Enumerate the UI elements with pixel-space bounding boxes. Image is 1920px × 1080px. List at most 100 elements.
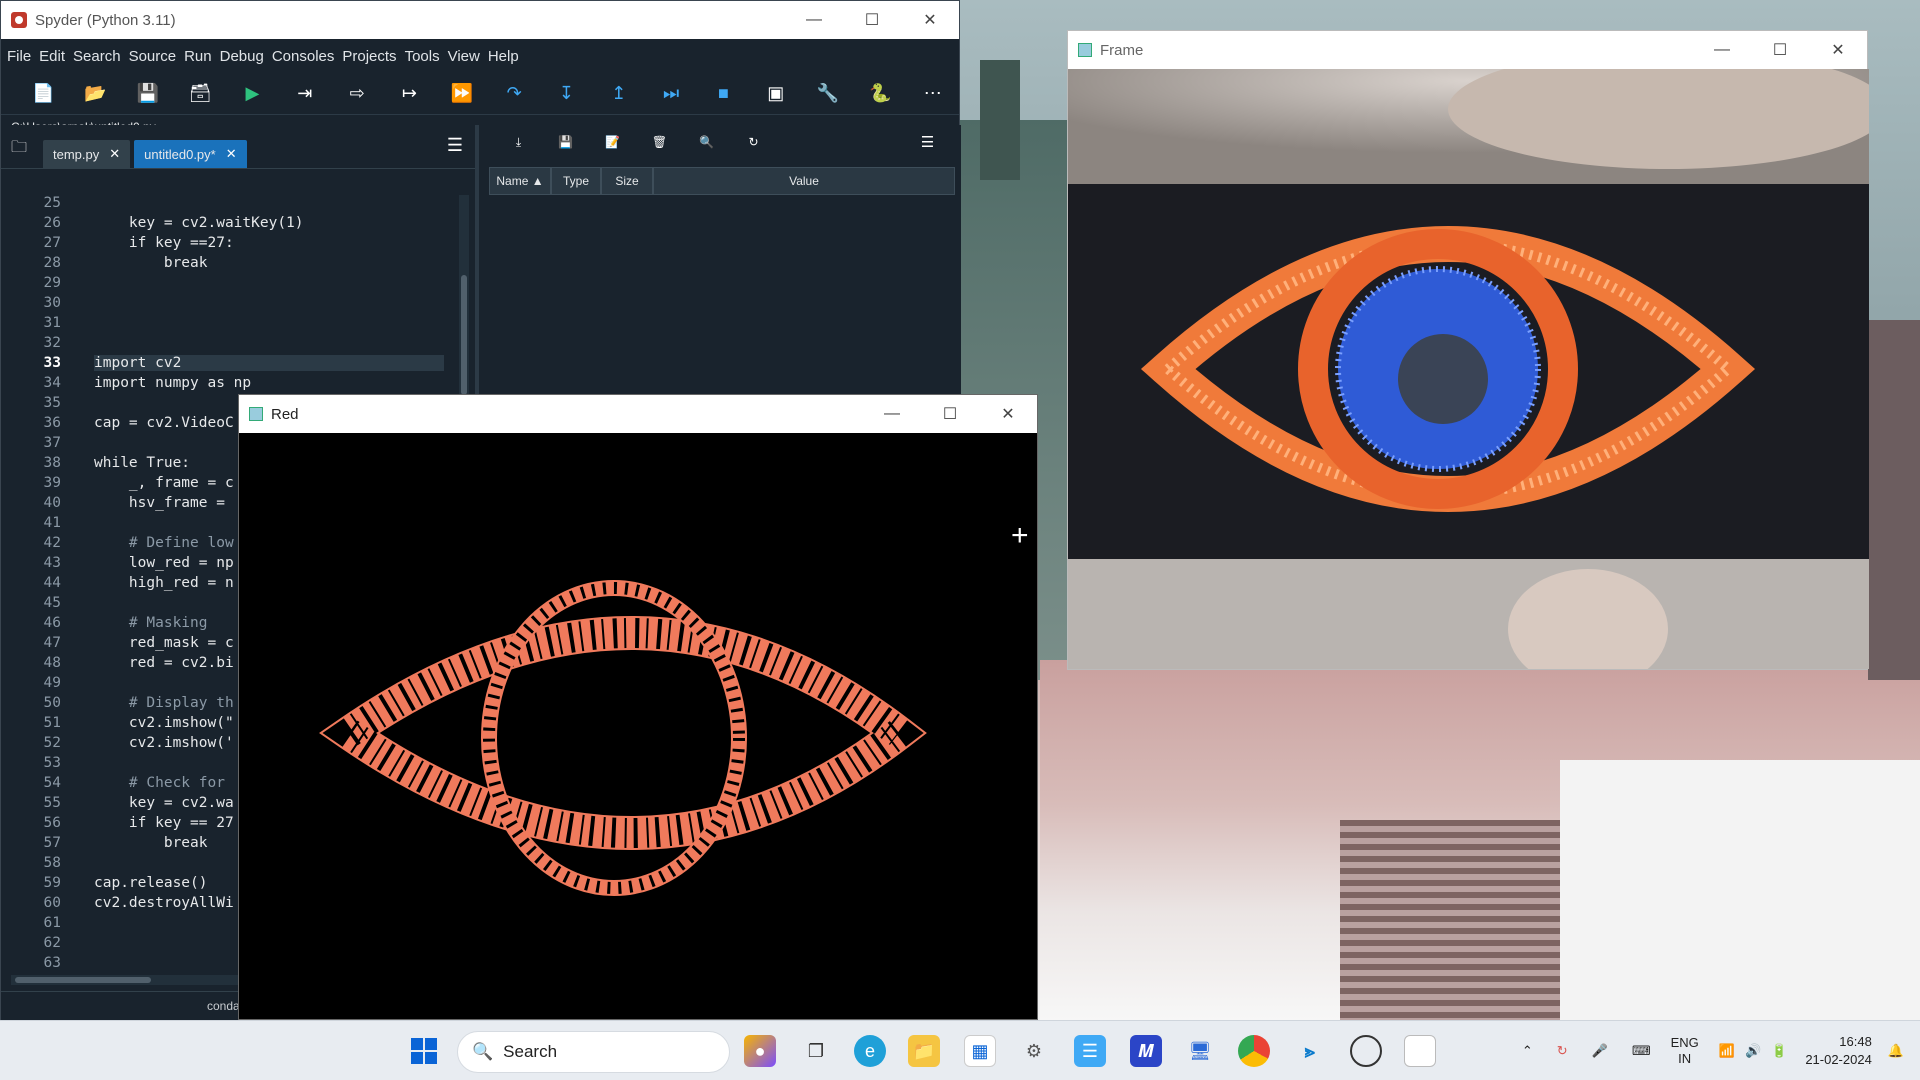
file-explorer-icon[interactable]: 📁 — [908, 1035, 940, 1067]
refresh-icon[interactable]: ↻ — [730, 135, 777, 149]
run-cell-icon[interactable]: ⇥ — [279, 83, 331, 104]
tab-untitled0-py[interactable]: untitled0.py* ✕ — [134, 140, 247, 168]
minimize-icon[interactable]: — — [1693, 31, 1751, 69]
run-cell-advance-icon[interactable]: ⇨ — [331, 83, 383, 104]
opencv-window-icon — [249, 407, 263, 421]
close-icon[interactable]: ✕ — [901, 1, 959, 39]
line-number: 35 — [43, 395, 61, 411]
copilot-icon[interactable]: ● — [744, 1035, 776, 1067]
menu-source[interactable]: Source — [129, 48, 177, 65]
settings-gear-icon[interactable]: ⚙ — [1018, 1035, 1050, 1067]
menu-view[interactable]: View — [448, 48, 480, 65]
show-hidden-icons-chevron-icon[interactable]: ⌃ — [1522, 1043, 1533, 1059]
tab-temp-py[interactable]: temp.py ✕ — [43, 140, 131, 168]
app-icon-blue-m[interactable]: 𝑴 — [1130, 1035, 1162, 1067]
taskbar-search-box[interactable]: 🔍 Search — [457, 1031, 730, 1073]
run-icon[interactable]: ▶ — [226, 83, 278, 104]
browse-tabs-icon[interactable]: 🗀 — [11, 136, 27, 163]
save-data-as-icon[interactable]: 📝 — [589, 135, 636, 149]
menu-debug[interactable]: Debug — [220, 48, 264, 65]
menu-search[interactable]: Search — [73, 48, 121, 65]
close-tab-icon[interactable]: ✕ — [226, 146, 237, 162]
line-number: 39 — [43, 475, 61, 491]
step-into-icon[interactable]: ↧ — [540, 83, 592, 104]
preferences-wrench-icon[interactable]: 🔧 — [802, 83, 854, 104]
variable-explorer-toolbar: ⤓ 💾 📝 🗑 🔍 ↻ ☰ — [485, 125, 961, 159]
maximize-icon[interactable]: ☐ — [843, 1, 901, 39]
code-line: while True: — [94, 455, 191, 471]
menu-projects[interactable]: Projects — [342, 48, 396, 65]
close-tab-icon[interactable]: ✕ — [109, 146, 120, 162]
line-number: 63 — [43, 955, 61, 971]
minimize-icon[interactable]: — — [785, 1, 843, 39]
step-over-icon[interactable]: ↷ — [488, 83, 540, 104]
maximize-icon[interactable]: ☐ — [921, 395, 979, 433]
search-variables-icon[interactable]: 🔍 — [683, 135, 730, 149]
save-data-icon[interactable]: 💾 — [542, 135, 589, 149]
red-window: Red — ☐ ✕ + — [238, 394, 1038, 1020]
step-out-icon[interactable]: ↥ — [593, 83, 645, 104]
maximize-icon[interactable]: ☐ — [1751, 31, 1809, 69]
tab-label: untitled0.py* — [144, 146, 216, 162]
vscode-icon[interactable]: ⪢ — [1294, 1035, 1326, 1067]
save-all-icon[interactable]: 🗃 — [174, 83, 226, 104]
crosshair-cursor-icon: + — [1011, 519, 1029, 552]
remote-desktop-icon[interactable]: 🖥 — [1184, 1035, 1216, 1067]
notepad-icon[interactable]: ☰ — [1074, 1035, 1106, 1067]
task-view-icon[interactable]: ❐ — [800, 1035, 832, 1067]
menu-run[interactable]: Run — [184, 48, 212, 65]
menu-tools[interactable]: Tools — [405, 48, 440, 65]
menu-help[interactable]: Help — [488, 48, 519, 65]
save-icon[interactable]: 💾 — [122, 83, 174, 104]
clock[interactable]: 16:48 21-02-2024 — [1805, 1033, 1872, 1069]
column-size[interactable]: Size — [601, 167, 653, 195]
active-window-icon[interactable] — [1404, 1035, 1436, 1067]
chrome-icon[interactable] — [1238, 1035, 1270, 1067]
variable-options-menu-icon[interactable]: ☰ — [904, 133, 951, 151]
remove-all-icon[interactable]: 🗑 — [636, 135, 683, 149]
opencv-app-icon[interactable] — [1350, 1035, 1382, 1067]
editor-scrollbar-horizontal[interactable] — [11, 975, 241, 985]
microphone-icon[interactable]: 🎤 — [1592, 1043, 1608, 1059]
edge-browser-icon[interactable]: e — [854, 1035, 886, 1067]
code-line: cv2.imshow(" — [94, 715, 234, 731]
keyboard-icon[interactable]: ⌨ — [1632, 1043, 1651, 1059]
minimize-icon[interactable]: — — [863, 395, 921, 433]
menu-file[interactable]: File — [7, 48, 31, 65]
maximize-pane-icon[interactable]: ▣ — [750, 83, 802, 104]
battery-icon[interactable]: 🔋 — [1771, 1043, 1787, 1059]
notification-bell-icon[interactable]: 🔔 — [1888, 1043, 1904, 1059]
sync-icon[interactable]: ↻ — [1557, 1043, 1568, 1059]
run-selection-icon[interactable]: ↦ — [383, 83, 435, 104]
start-windows-icon[interactable] — [408, 1035, 440, 1067]
editor-options-menu-icon[interactable]: ☰ — [447, 135, 463, 156]
python-path-icon[interactable]: 🐍 — [854, 83, 906, 104]
open-file-icon[interactable]: 📂 — [69, 83, 121, 104]
column-type[interactable]: Type — [551, 167, 601, 195]
menu-edit[interactable]: Edit — [39, 48, 65, 65]
clock-time: 16:48 — [1839, 1034, 1872, 1049]
line-number: 31 — [43, 315, 61, 331]
wifi-icon[interactable]: 📶 — [1719, 1043, 1735, 1059]
menu-consoles[interactable]: Consoles — [272, 48, 335, 65]
status-env: conda — [207, 999, 240, 1013]
stop-icon[interactable]: ■ — [697, 83, 749, 104]
opencv-window-icon — [1078, 43, 1092, 57]
language-indicator[interactable]: ENG IN — [1671, 1035, 1699, 1067]
line-number: 45 — [43, 595, 61, 611]
import-data-icon[interactable]: ⤓ — [495, 135, 542, 150]
more-options-icon[interactable]: ⋯ — [907, 83, 959, 104]
line-number: 41 — [43, 515, 61, 531]
line-number: 25 — [43, 195, 61, 211]
debug-icon[interactable]: ⏩ — [436, 83, 488, 104]
close-icon[interactable]: ✕ — [979, 395, 1037, 433]
column-name[interactable]: Name ▲ — [489, 167, 551, 195]
code-line: cv2.imshow(' — [94, 735, 234, 751]
close-icon[interactable]: ✕ — [1809, 31, 1867, 69]
continue-icon[interactable]: ⏭ — [645, 83, 697, 104]
line-number: 40 — [43, 495, 61, 511]
new-file-icon[interactable]: 📄 — [17, 83, 69, 104]
microsoft-store-icon[interactable]: ▦ — [964, 1035, 996, 1067]
volume-icon[interactable]: 🔊 — [1745, 1043, 1761, 1059]
column-value[interactable]: Value — [653, 167, 955, 195]
